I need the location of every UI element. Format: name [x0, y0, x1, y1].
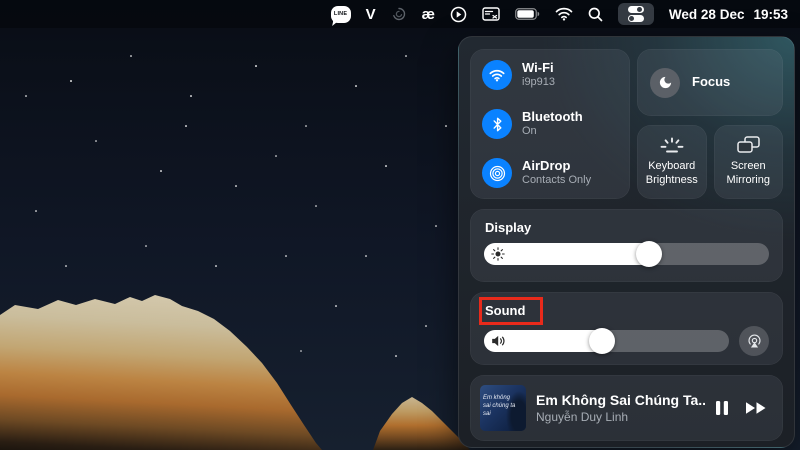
display-slider-fill [484, 243, 650, 265]
rock-formation-large [0, 295, 322, 450]
control-center-icon [627, 6, 644, 22]
keyboard-brightness-label: Keyboard Brightness [645, 159, 698, 186]
sound-volume-slider[interactable] [484, 328, 729, 354]
sound-card: Sound [470, 292, 783, 365]
ae-icon: æ [421, 5, 435, 23]
bluetooth-circle-icon [482, 109, 512, 139]
bluetooth-toggle[interactable]: Bluetooth On [482, 109, 624, 139]
display-slider-knob[interactable] [636, 241, 663, 267]
desktop-screen: LINE V æ Wed 28 Dec 19:53 Wi-Fi i9p913 B… [0, 0, 800, 450]
sound-label: Sound [485, 303, 526, 318]
moon-icon [650, 67, 680, 98]
play-circle-icon [450, 6, 467, 22]
line-icon: LINE [330, 5, 351, 23]
spinner-icon [392, 7, 405, 21]
airdrop-circle-icon [482, 158, 512, 188]
v-app-menu-icon[interactable]: V [366, 0, 376, 28]
album-art-text: Em không sai chúng ta sai [483, 395, 516, 417]
fast-forward-button[interactable] [745, 401, 767, 415]
clock-time: 19:53 [753, 6, 788, 22]
speaker-icon [491, 335, 506, 348]
battery-menu-icon[interactable] [515, 0, 540, 28]
display-card: Display [470, 209, 783, 282]
brightness-sun-icon [491, 247, 505, 261]
album-art: Em không sai chúng ta sai [480, 385, 526, 431]
wifi-label: Wi-Fi [522, 59, 554, 75]
screen-mirroring-button[interactable]: Screen Mirroring [713, 125, 783, 199]
audio-output-button[interactable] [739, 326, 769, 356]
screen-mirroring-label: Screen Mirroring [726, 160, 770, 186]
airplay-audio-icon [747, 334, 761, 347]
line-app-menu-icon[interactable]: LINE [330, 0, 351, 28]
track-artist: Nguyễn Duy Linh [536, 410, 629, 424]
screen-mirroring-icon [737, 136, 760, 153]
input-source-menu-icon[interactable] [482, 0, 500, 28]
sound-slider-knob[interactable] [588, 328, 615, 354]
battery-icon [515, 8, 540, 20]
control-center-panel: Wi-Fi i9p913 Bluetooth On AirDrop Contac… [458, 36, 795, 448]
airdrop-status: Contacts Only [522, 173, 592, 186]
ae-app-menu-icon[interactable]: æ [422, 0, 435, 28]
keyboard-brightness-button[interactable]: Keyboard Brightness [637, 125, 707, 199]
wifi-circle-icon [482, 60, 512, 90]
menu-bar: LINE V æ Wed 28 Dec 19:53 [0, 0, 800, 28]
wifi-icon [555, 7, 573, 21]
connectivity-card: Wi-Fi i9p913 Bluetooth On AirDrop Contac… [470, 49, 630, 199]
pause-button[interactable] [715, 400, 729, 416]
spotlight-menu-icon[interactable] [588, 0, 603, 28]
search-icon [588, 7, 603, 21]
control-center-menu-button[interactable] [617, 3, 654, 25]
play-menu-icon[interactable] [450, 0, 467, 28]
focus-toggle[interactable]: Focus [637, 49, 783, 116]
airdrop-label: AirDrop [522, 157, 571, 173]
focus-label: Focus [692, 74, 731, 90]
menu-bar-clock[interactable]: Wed 28 Dec 19:53 [669, 0, 790, 28]
input-source-icon [482, 7, 500, 21]
wifi-toggle[interactable]: Wi-Fi i9p913 [482, 60, 624, 90]
display-label: Display [485, 220, 532, 235]
bluetooth-label: Bluetooth [522, 108, 583, 124]
clock-date: Wed 28 Dec [668, 6, 745, 22]
display-brightness-slider[interactable] [484, 241, 769, 267]
now-playing-card[interactable]: Em không sai chúng ta sai Em Không Sai C… [470, 375, 783, 441]
track-title: Em Không Sai Chúng Ta... [536, 392, 705, 408]
keyboard-brightness-icon [660, 137, 684, 153]
bluetooth-status: On [522, 124, 537, 137]
v-icon: V [365, 5, 376, 23]
wifi-status: i9p913 [522, 75, 556, 88]
spinner-menu-icon[interactable] [391, 0, 407, 28]
line-icon-label: LINE [333, 11, 348, 17]
airdrop-toggle[interactable]: AirDrop Contacts Only [482, 158, 624, 188]
wifi-menu-icon[interactable] [555, 0, 573, 28]
